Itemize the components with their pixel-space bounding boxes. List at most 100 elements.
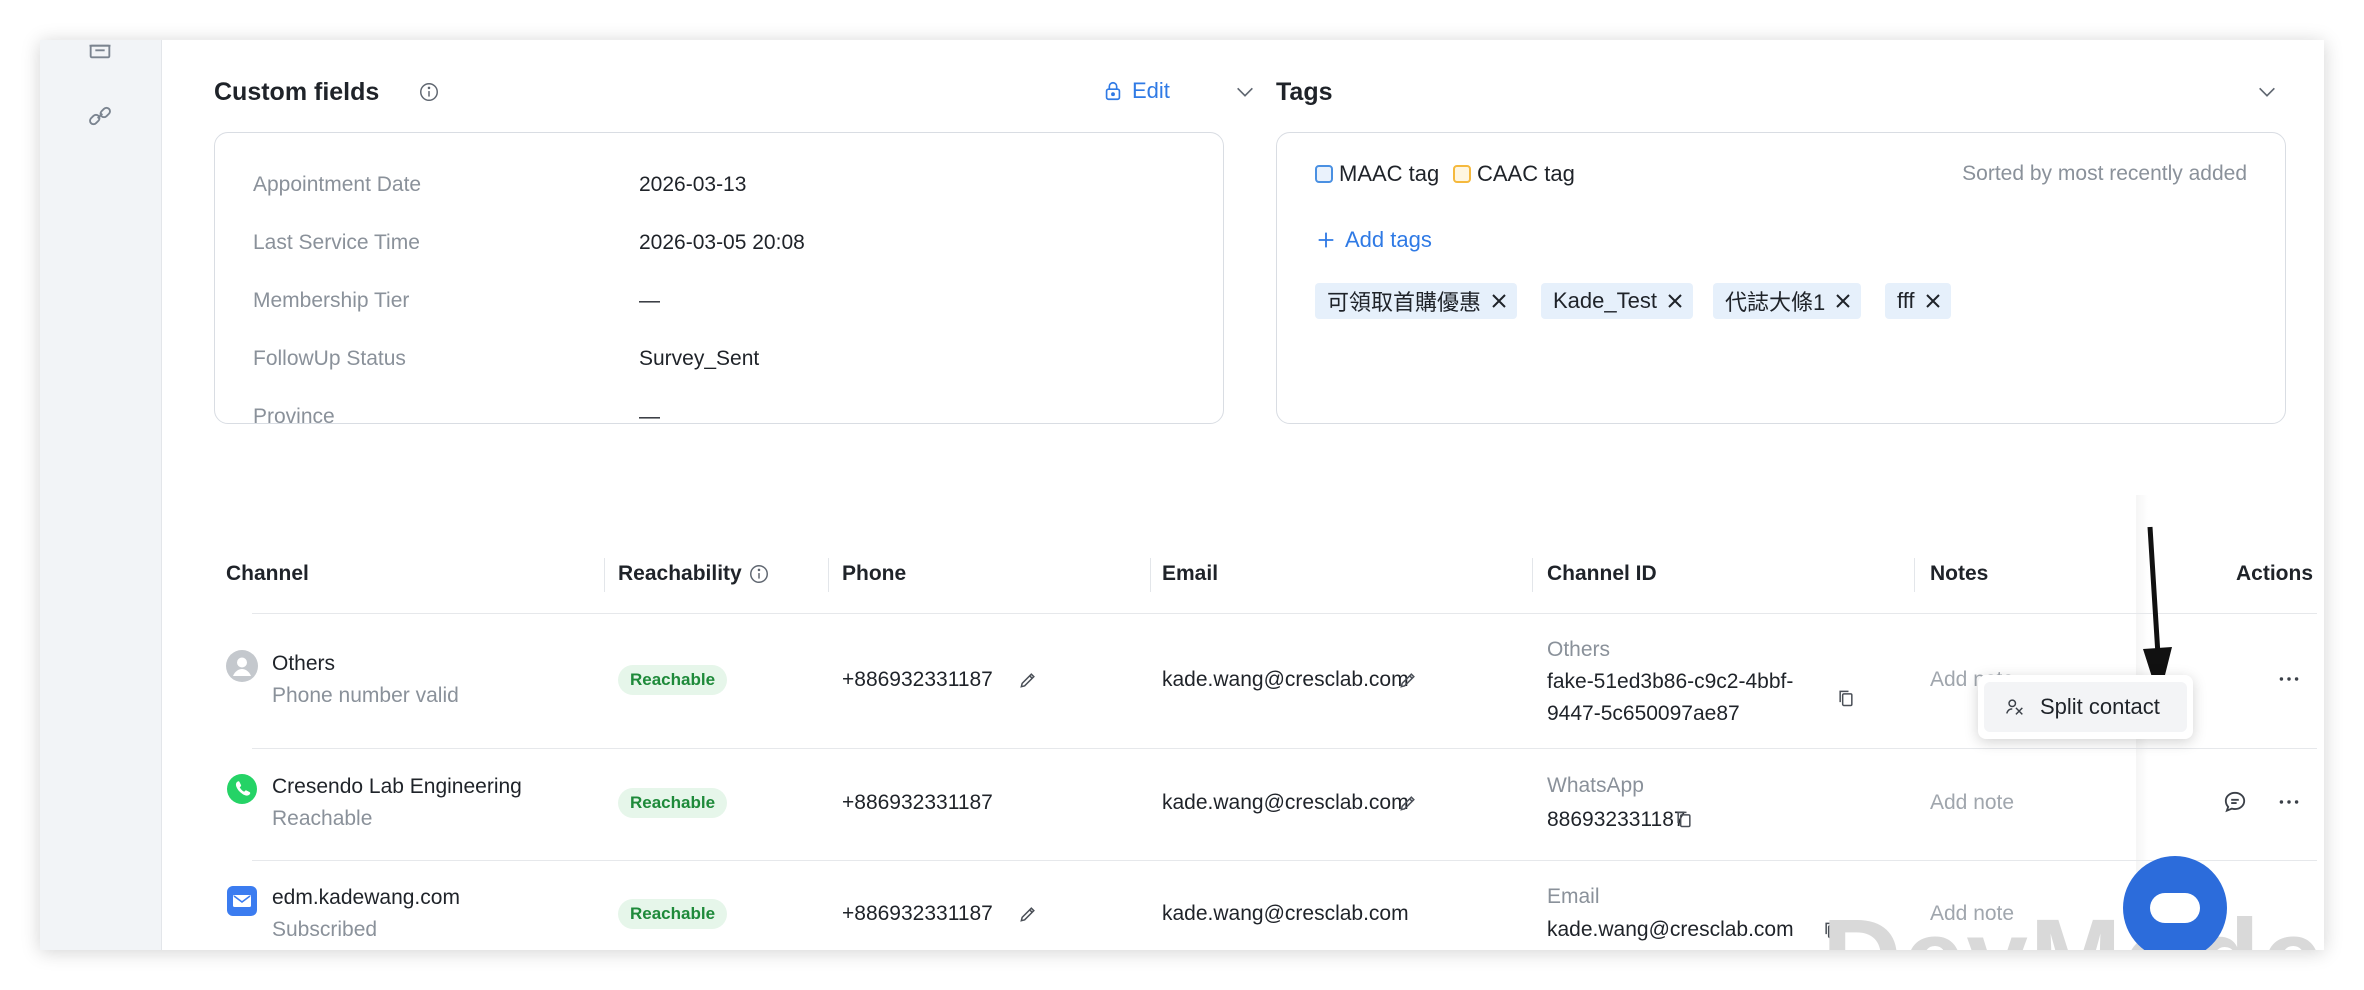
- field-value[interactable]: —: [639, 289, 660, 313]
- field-label: Last Service Time: [253, 231, 420, 254]
- sort-note: Sorted by most recently added: [1962, 162, 2247, 185]
- more-horizontal-icon[interactable]: [2276, 666, 2302, 692]
- phone-value: +886932331187: [842, 668, 993, 691]
- email-value: kade.wang@cresclab.com: [1162, 791, 1409, 814]
- email-value: kade.wang@cresclab.com: [1162, 902, 1409, 925]
- header-actions: Actions: [2236, 562, 2314, 585]
- tag-chip-label: fff: [1897, 288, 1915, 313]
- close-icon[interactable]: [1835, 293, 1851, 309]
- table-divider: [252, 613, 2317, 614]
- field-value[interactable]: 2026-03-05 20:08: [639, 231, 805, 255]
- pencil-icon[interactable]: [1018, 669, 1038, 691]
- watermark: DevMode: [1822, 895, 2324, 950]
- tag-chip-label: 可領取首購優惠: [1327, 290, 1482, 315]
- channel-id-value: 886932331187: [1547, 808, 1686, 831]
- tag-chip: 可領取首購優惠: [1315, 283, 1518, 319]
- main-content: Custom fields Edit Appointment Date 2026…: [162, 40, 2324, 950]
- split-contact-menu-item[interactable]: Split contact: [1984, 682, 2187, 732]
- phone-value: +886932331187: [842, 902, 993, 925]
- chat-bubble-icon: [2150, 893, 2200, 923]
- checkbox-icon: [1315, 165, 1333, 183]
- channel-id-type: Others: [1547, 638, 1611, 661]
- pencil-icon[interactable]: [1398, 669, 1418, 691]
- channel-sub: Phone number valid: [272, 684, 459, 707]
- status-badge: Reachable: [618, 899, 728, 929]
- pencil-icon[interactable]: [1398, 792, 1418, 814]
- link-icon[interactable]: [86, 102, 114, 130]
- email-icon: [227, 886, 257, 916]
- row-actions-menu: Split contact: [1978, 675, 2193, 739]
- tag-chip: 代誌大條1: [1713, 283, 1862, 319]
- chevron-down-icon[interactable]: [2256, 81, 2278, 103]
- header-phone: Phone: [842, 562, 907, 585]
- tag-chip-label: 代誌大條1: [1725, 290, 1826, 315]
- field-label: Appointment Date: [253, 173, 422, 196]
- header-notes: Notes: [1930, 562, 1989, 585]
- tag-chip: fff: [1885, 283, 1951, 319]
- store-icon[interactable]: [86, 40, 114, 62]
- column-divider: [1532, 558, 1533, 592]
- add-note-link[interactable]: Add note: [1930, 791, 2014, 815]
- status-badge: Reachable: [618, 788, 728, 818]
- close-icon[interactable]: [1491, 293, 1507, 309]
- field-value[interactable]: —: [639, 405, 660, 423]
- caac-tag-filter[interactable]: CAAC tag: [1453, 161, 1575, 187]
- filter-label: CAAC tag: [1477, 161, 1575, 186]
- copy-icon[interactable]: [1674, 808, 1694, 830]
- app-frame: Custom fields Edit Appointment Date 2026…: [40, 40, 2324, 950]
- custom-fields-card: Appointment Date 2026-03-13 Last Service…: [214, 132, 1224, 424]
- filter-label: MAAC tag: [1339, 161, 1440, 186]
- column-divider: [828, 558, 829, 592]
- tag-chip: Kade_Test: [1541, 283, 1693, 319]
- channel-id-value: kade.wang@cresclab.com: [1547, 918, 1794, 941]
- custom-fields-title: Custom fields: [214, 78, 380, 106]
- whatsapp-icon: [227, 774, 257, 804]
- header-reachability: Reachability: [618, 562, 742, 585]
- channel-id-type: WhatsApp: [1547, 774, 1644, 797]
- field-label: FollowUp Status: [253, 347, 406, 370]
- status-badge: Reachable: [618, 665, 728, 695]
- channel-id-type: Email: [1547, 885, 1600, 908]
- field-value[interactable]: Survey_Sent: [639, 347, 759, 371]
- channel-id-value: 9447-5c650097ae87: [1547, 702, 1740, 725]
- lock-icon: [1105, 81, 1121, 101]
- pencil-icon[interactable]: [1018, 903, 1038, 925]
- field-label: Membership Tier: [253, 289, 410, 312]
- edit-custom-fields-button[interactable]: Edit: [1102, 78, 1170, 104]
- channel-name: Cresendo Lab Engineering: [272, 775, 522, 798]
- more-horizontal-icon[interactable]: [2276, 789, 2302, 815]
- chat-widget-button[interactable]: [2123, 856, 2227, 950]
- column-divider: [604, 558, 605, 592]
- email-value: kade.wang@cresclab.com: [1162, 668, 1409, 691]
- field-value[interactable]: 2026-03-13: [639, 173, 746, 197]
- column-divider: [1150, 558, 1151, 592]
- chevron-down-icon[interactable]: [1234, 81, 1256, 103]
- channel-name: Others: [272, 652, 336, 675]
- close-icon[interactable]: [1925, 293, 1941, 309]
- close-icon[interactable]: [1667, 293, 1683, 309]
- split-user-icon: [2006, 699, 2023, 715]
- phone-value: +886932331187: [842, 791, 993, 814]
- column-divider: [1914, 558, 1915, 592]
- add-tags-button[interactable]: Add tags: [1315, 227, 1432, 253]
- chat-icon[interactable]: [2222, 789, 2248, 815]
- header-channel: Channel: [226, 562, 309, 585]
- checkbox-icon: [1453, 165, 1471, 183]
- channel-sub: Reachable: [272, 807, 373, 830]
- maac-tag-filter[interactable]: MAAC tag: [1315, 161, 1439, 187]
- add-tags-label: Add tags: [1345, 227, 1432, 252]
- split-contact-label: Split contact: [2040, 694, 2160, 719]
- tags-title: Tags: [1276, 78, 1333, 106]
- tags-card: MAAC tag CAAC tag Sorted by most recentl…: [1276, 132, 2286, 424]
- edit-label: Edit: [1132, 78, 1170, 103]
- tag-chip-label: Kade_Test: [1553, 288, 1657, 313]
- header-email: Email: [1162, 562, 1219, 585]
- channel-sub: Subscribed: [272, 918, 378, 941]
- header-channel-id: Channel ID: [1547, 562, 1657, 585]
- info-icon[interactable]: [748, 563, 770, 585]
- field-label: Province: [253, 405, 335, 424]
- info-icon[interactable]: [418, 81, 440, 103]
- copy-icon[interactable]: [1836, 687, 1856, 709]
- plus-icon: [1318, 232, 1334, 248]
- channel-name: edm.kadewang.com: [272, 886, 460, 909]
